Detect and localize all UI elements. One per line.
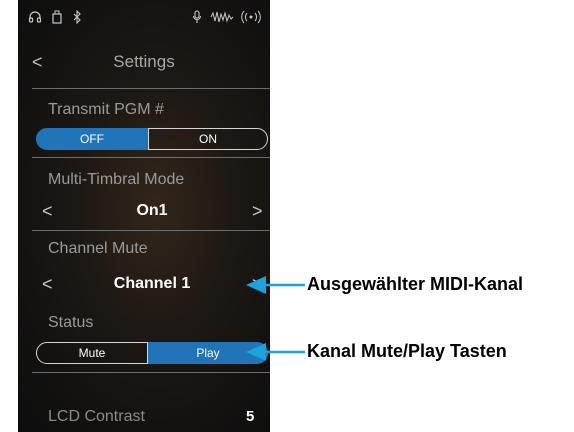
channel-callout-label: Ausgewählter MIDI-Kanal [307, 274, 524, 294]
channel-callout-arrowhead [246, 276, 266, 294]
buttons-callout-label: Kanal Mute/Play Tasten [307, 341, 507, 361]
callout-arrows [246, 276, 305, 361]
buttons-callout-arrowhead [246, 343, 266, 361]
